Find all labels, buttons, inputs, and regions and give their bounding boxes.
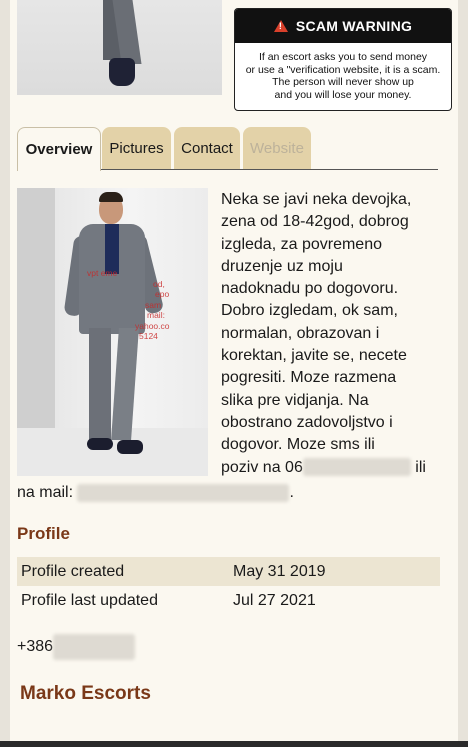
redacted-email-blur bbox=[77, 483, 290, 502]
description-line: izgleda, za povremeno bbox=[221, 235, 382, 253]
tab-contact[interactable]: Contact bbox=[174, 127, 240, 169]
tab-website: Website bbox=[243, 127, 311, 169]
photo-watermark: vpt eme od, epo sam mail: yahoo.co 5124 bbox=[65, 268, 205, 342]
scam-warning-line: If an escort asks you to send money bbox=[258, 51, 428, 63]
watermark-line: epo bbox=[155, 289, 170, 299]
profile-photo[interactable]: vpt eme od, epo sam mail: yahoo.co 5124 bbox=[17, 188, 208, 476]
scam-warning-line: or use a "verification website, it is a … bbox=[245, 63, 441, 76]
profile-description: Neka se javi neka devojka, zena od 18-42… bbox=[221, 189, 443, 479]
profile-row-label: Profile created bbox=[21, 562, 125, 580]
photo-hair bbox=[99, 192, 123, 202]
profile-section-title: Profile bbox=[17, 524, 70, 543]
profile-row-label: Profile last updated bbox=[21, 591, 158, 609]
description-line: dogovor. Moze sms ili bbox=[221, 436, 375, 454]
scam-warning-line: The person will never show up bbox=[272, 76, 414, 88]
scam-warning-title: SCAM WARNING bbox=[295, 18, 413, 34]
description-line: korektan, javite se, necete bbox=[221, 347, 407, 365]
tab-pictures[interactable]: Pictures bbox=[102, 127, 171, 169]
photo-shoe bbox=[87, 438, 113, 450]
page-edge-right bbox=[458, 0, 468, 747]
tab-overview[interactable]: Overview bbox=[17, 127, 101, 171]
profile-row-updated: Profile last updated Jul 27 2021 bbox=[17, 586, 440, 615]
watermark-line: vpt eme bbox=[87, 268, 118, 278]
profile-row-value: Jul 27 2021 bbox=[233, 591, 316, 609]
phone-number[interactable]: +386 bbox=[17, 634, 136, 660]
mail-end: . bbox=[289, 484, 294, 501]
warning-icon: ! bbox=[273, 20, 288, 32]
page-edge-left bbox=[0, 0, 10, 747]
description-line: slika pre vidjanja. Na bbox=[221, 391, 369, 409]
description-line: nadoknadu po dogovoru. bbox=[221, 280, 399, 298]
scam-warning-line: and you will lose your money. bbox=[274, 88, 412, 101]
profile-tabs: Overview Pictures Contact Website bbox=[17, 127, 438, 171]
description-line: Dobro izgledam, ok sam, bbox=[221, 302, 398, 320]
photo-shoe bbox=[117, 440, 143, 454]
redacted-phone-blur bbox=[302, 458, 411, 477]
watermark-line: 5124 bbox=[139, 331, 158, 341]
photo-shirt bbox=[105, 224, 119, 274]
photo-leg bbox=[111, 328, 139, 440]
redacted-phone-number-blur bbox=[53, 634, 136, 660]
watermark-line: yahoo.co bbox=[135, 320, 170, 331]
description-line: Neka se javi neka devojka, bbox=[221, 191, 412, 208]
phone-prefix: +386 bbox=[17, 638, 54, 655]
mail-label: na mail: bbox=[17, 484, 74, 501]
description-line: poziv na 06 ili bbox=[221, 457, 443, 479]
profile-row-value: May 31 2019 bbox=[233, 562, 326, 580]
watermark-line: od, bbox=[153, 278, 165, 289]
top-thumbnail-photo[interactable] bbox=[17, 0, 222, 95]
scam-warning-box: ! SCAM WARNING If an escort asks you to … bbox=[234, 8, 452, 111]
watermark-line: mail: bbox=[147, 310, 165, 320]
agency-name[interactable]: Marko Escorts bbox=[20, 683, 151, 705]
description-phone-end: ili bbox=[415, 458, 426, 476]
description-line: obostrano zadovoljstvo i bbox=[221, 413, 393, 431]
photo-leg bbox=[89, 328, 111, 440]
scam-warning-text: If an escort asks you to send money or u… bbox=[235, 43, 451, 101]
description-line: druzenje uz moju bbox=[221, 257, 343, 275]
scam-warning-header: ! SCAM WARNING bbox=[235, 9, 451, 43]
description-phone-start: poziv na 06 bbox=[221, 458, 303, 476]
watermark-line: sam bbox=[145, 299, 162, 310]
bottom-edge-bar bbox=[0, 741, 468, 747]
photo-shoe bbox=[109, 58, 135, 86]
description-line: normalan, obrazovan i bbox=[221, 324, 380, 342]
description-mail-line: na mail: . bbox=[17, 482, 294, 504]
description-line: pogresiti. Moze razmena bbox=[221, 369, 397, 387]
profile-row-created: Profile created May 31 2019 bbox=[17, 557, 440, 586]
description-line: zena od 18-42god, dobrog bbox=[221, 213, 409, 231]
